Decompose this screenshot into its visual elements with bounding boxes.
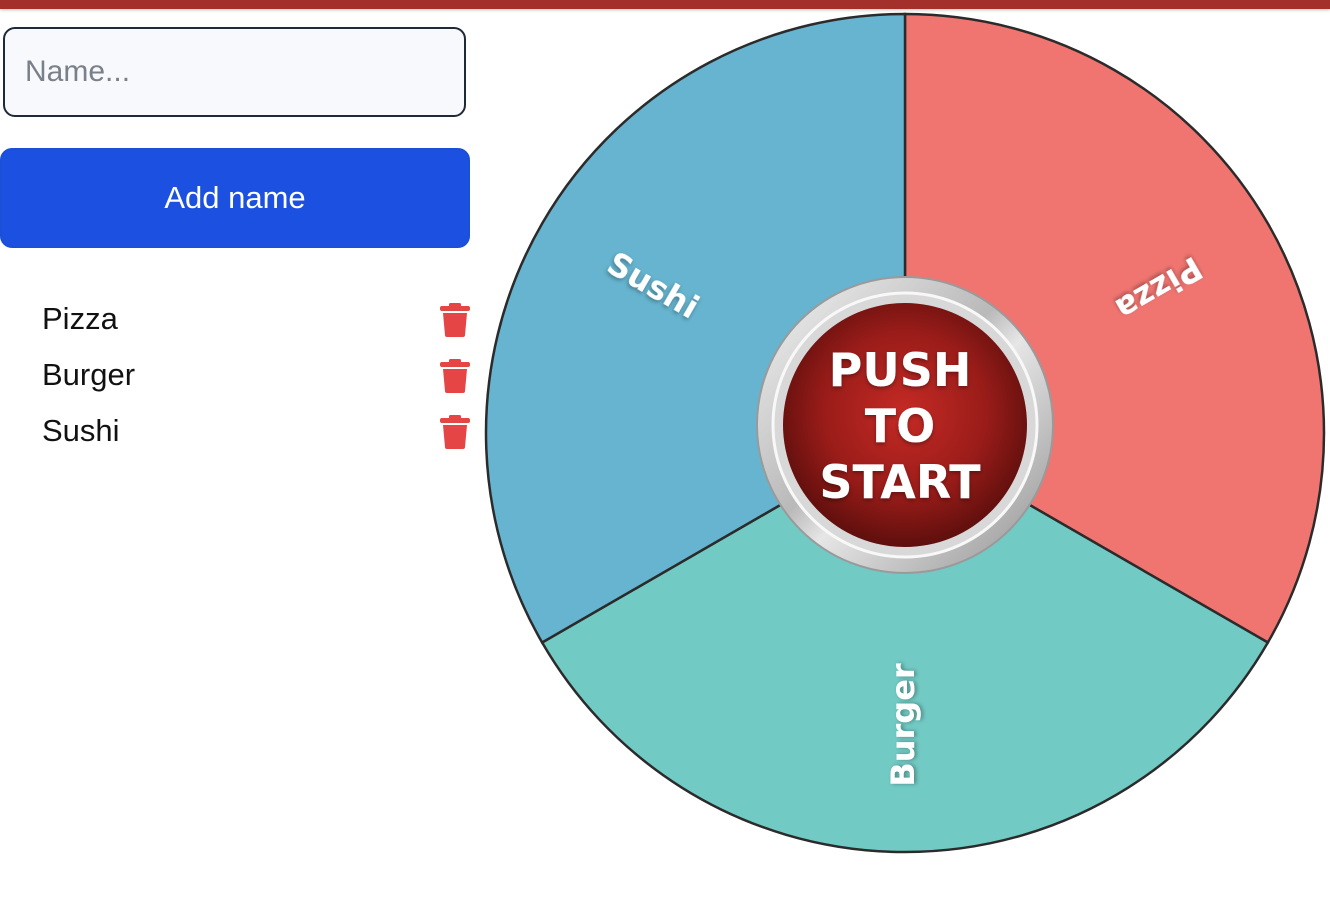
trash-icon[interactable] <box>440 415 470 449</box>
push-to-start-button[interactable]: PUSH TO START <box>756 276 1054 574</box>
list-item: Pizza <box>42 296 472 352</box>
name-item-label: Sushi <box>42 413 120 448</box>
start-label-line2: TO <box>865 399 935 453</box>
name-list: Pizza Burger Sushi <box>42 296 472 464</box>
name-item-label: Pizza <box>42 301 118 336</box>
name-item-label: Burger <box>42 357 136 392</box>
name-input[interactable] <box>3 27 466 117</box>
list-item: Burger <box>42 352 472 408</box>
start-label-line1: PUSH <box>829 343 972 397</box>
trash-icon[interactable] <box>440 303 470 337</box>
add-name-button[interactable]: Add name <box>0 148 470 248</box>
wheel-svg: PizzaBurgerSushi PUSH TO START <box>484 12 1326 854</box>
wheel-slice-label: Burger <box>884 663 922 787</box>
list-item: Sushi <box>42 408 472 464</box>
spin-wheel[interactable]: Pizza Burger Sushi PUSH TO START <box>480 8 1330 858</box>
trash-icon[interactable] <box>440 359 470 393</box>
name-editor-panel: Add name Pizza Burger Sushi <box>0 0 480 920</box>
start-label-line3: START <box>819 455 981 509</box>
